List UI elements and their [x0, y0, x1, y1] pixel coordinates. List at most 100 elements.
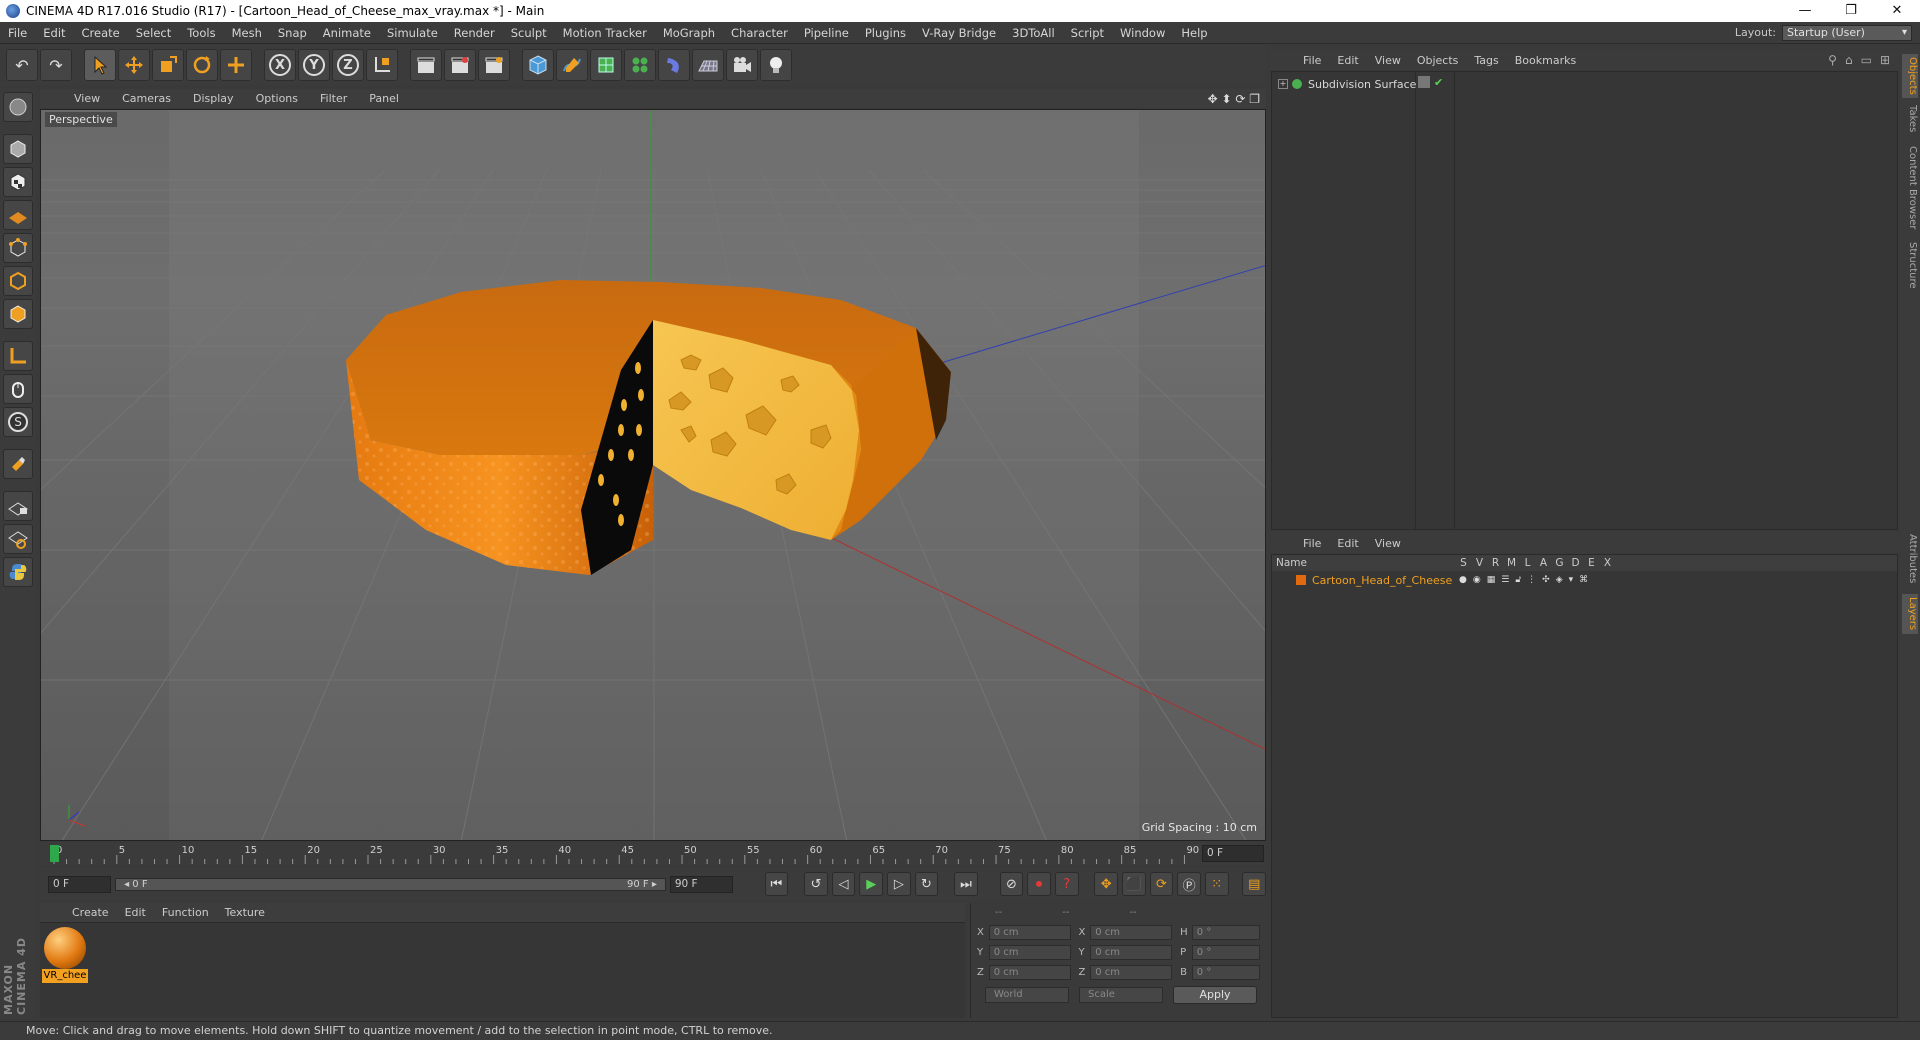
menu-create[interactable]: Create: [74, 26, 128, 40]
timeline-ticks[interactable]: 0 5 10 15 20 25 30 35 40 45 50 55 60 65 70 75 80 85 90: [50, 843, 1200, 865]
viewport-camera-label[interactable]: Perspective: [45, 112, 117, 127]
position-z-field[interactable]: 0 cm: [988, 964, 1071, 980]
model-mode-button[interactable]: [3, 134, 33, 164]
workplane-lock-button[interactable]: [3, 491, 33, 521]
texture-mode-button[interactable]: [3, 167, 33, 197]
current-frame-field[interactable]: 0 F: [1202, 845, 1264, 862]
coordinate-space-dropdown[interactable]: World: [985, 987, 1069, 1003]
prev-frame-button[interactable]: ◁: [831, 872, 856, 896]
size-z-field[interactable]: 0 cm: [1090, 964, 1173, 980]
object-menu-view[interactable]: View: [1367, 54, 1409, 67]
add-light-button[interactable]: [760, 49, 792, 81]
size-x-field[interactable]: 0 cm: [1090, 924, 1173, 940]
menu-edit[interactable]: Edit: [35, 26, 73, 40]
animation-icon[interactable]: ⋮: [1527, 575, 1536, 585]
viewport-scene[interactable]: [41, 110, 1266, 841]
python-button[interactable]: [3, 557, 33, 587]
layout-dropdown[interactable]: Startup (User): [1782, 24, 1912, 41]
material-menu-texture[interactable]: Texture: [217, 906, 273, 919]
close-button[interactable]: ✕: [1874, 0, 1920, 22]
layer-col-deformers[interactable]: D: [1571, 557, 1580, 569]
scale-tool-button[interactable]: [152, 49, 184, 81]
menu-render[interactable]: Render: [446, 26, 503, 40]
position-x-field[interactable]: 0 cm: [988, 924, 1071, 940]
layer-col-view[interactable]: V: [1475, 557, 1484, 569]
layer-col-xref[interactable]: X: [1603, 557, 1612, 569]
magnet-button[interactable]: [3, 449, 33, 479]
polygons-mode-button[interactable]: [3, 299, 33, 329]
manager-icon[interactable]: ☰: [1501, 575, 1509, 585]
menu-motion-tracker[interactable]: Motion Tracker: [555, 26, 655, 40]
menu-animate[interactable]: Animate: [315, 26, 379, 40]
menu-character[interactable]: Character: [723, 26, 796, 40]
layer-color-swatch[interactable]: [1296, 575, 1306, 585]
material-swatch[interactable]: VR_chee: [42, 927, 88, 985]
menu-3dtoall[interactable]: 3DToAll: [1004, 26, 1063, 40]
record-position-button[interactable]: ✥: [1094, 872, 1119, 896]
menu-mesh[interactable]: Mesh: [224, 26, 270, 40]
viewport-menu-display[interactable]: Display: [183, 92, 244, 105]
layer-row[interactable]: Cartoon_Head_of_Cheese ● ◉ ▦ ☰ 🔓︎ ⋮ ✣ ◈ …: [1272, 572, 1897, 588]
keyframe-selection-button[interactable]: ⊘: [999, 872, 1024, 896]
object-menu-bookmarks[interactable]: Bookmarks: [1507, 54, 1584, 67]
go-to-end-button[interactable]: ⏭: [954, 872, 978, 896]
add-camera-button[interactable]: [726, 49, 758, 81]
edit-toggle-icon[interactable]: [1418, 76, 1430, 88]
viewport-menu-filter[interactable]: Filter: [310, 92, 357, 105]
apply-button[interactable]: Apply: [1173, 986, 1257, 1004]
menu-file[interactable]: File: [0, 26, 35, 40]
tab-structure[interactable]: Structure: [1902, 240, 1918, 290]
timeline-ruler[interactable]: 0 5 10 15 20 25 30 35 40 45 50 55 60 65 70 75 80 85 90 0 F: [40, 843, 1266, 865]
render-view-button[interactable]: [410, 49, 442, 81]
menu-vray-bridge[interactable]: V-Ray Bridge: [914, 26, 1004, 40]
perspective-viewport[interactable]: Perspective Grid Spacing : 10 cm: [40, 109, 1266, 841]
autokeying-button[interactable]: ?: [1054, 872, 1079, 896]
layer-col-manager[interactable]: M: [1507, 557, 1516, 569]
render-to-picture-viewer-button[interactable]: [444, 49, 476, 81]
move-tool-button[interactable]: [118, 49, 150, 81]
min-frame-field[interactable]: 0 F: [48, 875, 112, 893]
timeline-playhead[interactable]: [50, 845, 59, 862]
object-name[interactable]: Subdivision Surface: [1308, 78, 1416, 91]
live-selection-button[interactable]: [84, 49, 116, 81]
max-frame-field[interactable]: 90 F: [669, 875, 733, 893]
menu-select[interactable]: Select: [128, 26, 179, 40]
rotation-h-field[interactable]: 0 °: [1191, 924, 1260, 940]
minimize-button[interactable]: —: [1782, 0, 1828, 22]
object-row[interactable]: + Subdivision Surface ✔: [1272, 76, 1897, 92]
object-menu-edit[interactable]: Edit: [1329, 54, 1366, 67]
undo-button[interactable]: ↶: [6, 49, 38, 81]
menu-help[interactable]: Help: [1173, 26, 1215, 40]
menu-mograph[interactable]: MoGraph: [655, 26, 723, 40]
planar-workplane-button[interactable]: [3, 524, 33, 554]
expression-icon[interactable]: ▾: [1569, 575, 1574, 585]
layer-col-render[interactable]: R: [1491, 557, 1500, 569]
viewport-menu-cameras[interactable]: Cameras: [112, 92, 181, 105]
layer-col-locked[interactable]: L: [1523, 557, 1532, 569]
y-axis-lock-button[interactable]: Y: [298, 49, 330, 81]
size-y-field[interactable]: 0 cm: [1090, 944, 1173, 960]
add-mograph-button[interactable]: [624, 49, 656, 81]
prev-key-button[interactable]: ↺: [804, 872, 828, 896]
x-axis-lock-button[interactable]: X: [264, 49, 296, 81]
pin-icon[interactable]: ⊞: [1880, 53, 1890, 67]
layer-menu-edit[interactable]: Edit: [1329, 537, 1366, 550]
record-parameter-button[interactable]: Ⓟ: [1177, 872, 1201, 896]
make-editable-button[interactable]: [3, 92, 33, 122]
object-menu-file[interactable]: File: [1295, 54, 1329, 67]
coordinate-system-button[interactable]: [366, 49, 398, 81]
add-deformer-button[interactable]: [658, 49, 690, 81]
preview-range-slider[interactable]: ◂ 0 F 90 F ▸: [115, 877, 666, 891]
menu-tools[interactable]: Tools: [179, 26, 223, 40]
material-menu-function[interactable]: Function: [154, 906, 217, 919]
viewport-nav-icons[interactable]: ✥ ⬍ ⟳ ❐: [1208, 92, 1260, 106]
record-scale-button[interactable]: ⬛: [1122, 872, 1146, 896]
axis-mode-button[interactable]: [3, 341, 33, 371]
search-icon[interactable]: ⚲: [1828, 53, 1837, 67]
timeline-window-button[interactable]: ▤: [1242, 872, 1267, 896]
expand-toggle[interactable]: +: [1278, 79, 1288, 89]
menu-sculpt[interactable]: Sculpt: [503, 26, 555, 40]
record-point-level-button[interactable]: ⁙: [1204, 872, 1229, 896]
tab-layers[interactable]: Layers: [1902, 594, 1918, 634]
layer-col-animation[interactable]: A: [1539, 557, 1548, 569]
